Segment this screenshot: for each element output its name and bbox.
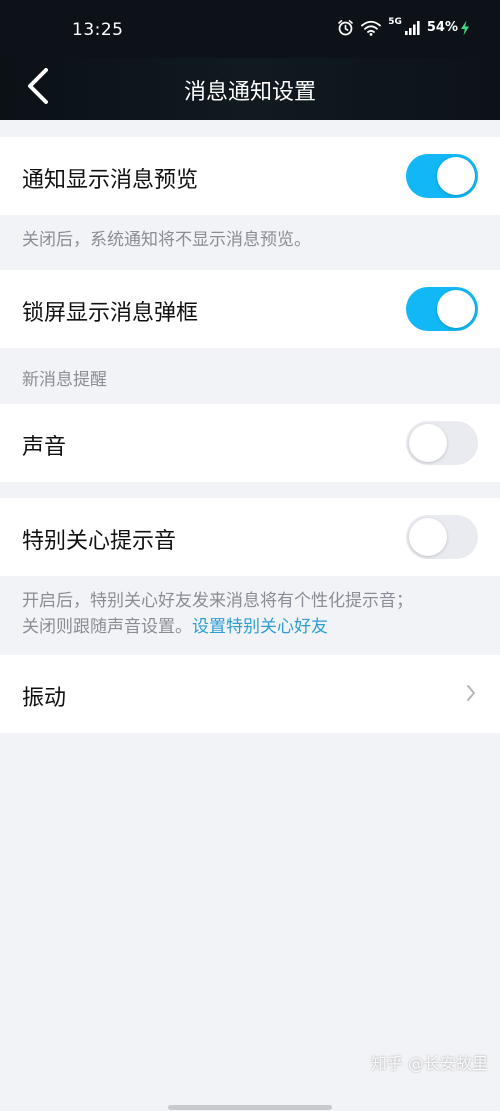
toggle-knob [409,518,447,556]
toggle-knob [437,157,475,195]
watermark: 知乎 @长安故里 [370,1054,488,1073]
status-icons: 5G 54% [337,16,470,36]
setting-row-sound: 声音 [0,404,500,482]
chevron-right-icon [466,684,476,706]
setting-label-message-preview: 通知显示消息预览 [22,168,199,193]
toggle-knob [409,424,447,462]
signal-icon [404,20,420,36]
page-title: 消息通知设置 [183,80,316,105]
navigation-bar: 消息通知设置 [0,58,500,120]
setting-label-special-care: 特别关心提示音 [22,529,177,554]
lock-screen-toggle[interactable] [406,287,478,331]
toggle-knob [437,290,475,328]
alarm-icon [337,19,354,36]
status-bar: 13:25 5G 54% [0,0,500,58]
battery-percentage: 54% [426,20,458,35]
charging-icon [460,20,470,36]
setting-row-lock-screen: 锁屏显示消息弹框 [0,270,500,348]
set-special-care-friends-link[interactable]: 设置特别关心好友 [192,617,328,637]
setting-label-vibration: 振动 [22,686,67,711]
special-care-description-prefix: 关闭则跟随声音设置。 [22,617,192,637]
setting-row-special-care: 特别关心提示音 [0,498,500,576]
message-preview-toggle[interactable] [406,154,478,198]
wifi-icon [361,20,382,36]
network-type-label: 5G [388,16,402,27]
setting-label-sound: 声音 [22,435,67,460]
setting-row-message-preview: 通知显示消息预览 [0,137,500,215]
message-preview-description: 关闭后，系统通知将不显示消息预览。 [22,230,311,250]
status-time: 13:25 [72,20,124,40]
setting-label-lock-screen: 锁屏显示消息弹框 [22,301,199,326]
special-care-toggle[interactable] [406,515,478,559]
special-care-description-line2: 关闭则跟随声音设置。设置特别关心好友 [22,614,413,640]
special-care-description: 开启后，特别关心好友发来消息将有个性化提示音； 关闭则跟随声音设置。设置特别关心… [22,588,413,640]
home-indicator[interactable] [168,1105,332,1110]
special-care-description-line1: 开启后，特别关心好友发来消息将有个性化提示音； [22,591,413,611]
setting-row-vibration[interactable]: 振动 [0,655,500,733]
sound-toggle[interactable] [406,421,478,465]
section-header-new-message: 新消息提醒 [22,370,107,390]
